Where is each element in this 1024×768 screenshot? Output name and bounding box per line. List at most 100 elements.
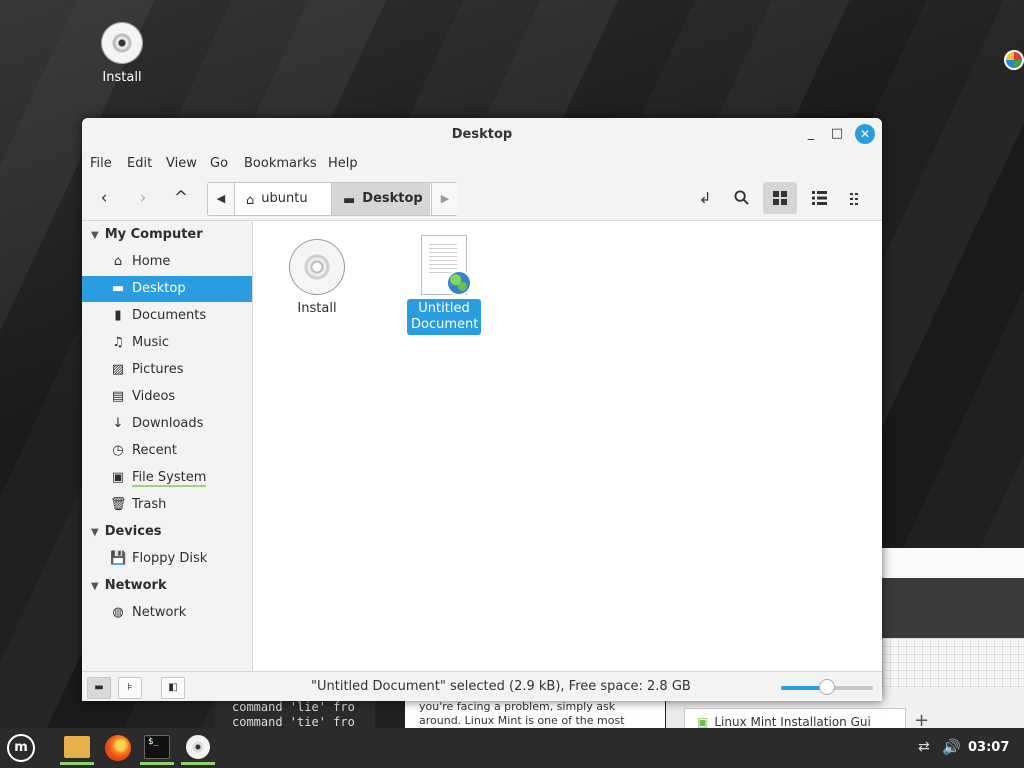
toggle-location-button[interactable]: ↲ [688, 182, 722, 214]
videos-icon: ▤ [111, 389, 125, 404]
background-terminal: command 'lie' fro command 'tie' fro [215, 700, 375, 730]
path-right-arrow-icon[interactable]: ▶ [431, 183, 458, 215]
sidebar-item-label: Pictures [132, 362, 184, 377]
background-browser-tab[interactable]: ▣ Linux Mint Installation Gui [684, 708, 906, 730]
hide-sidebar-button[interactable]: ◧ [161, 677, 185, 699]
menu-edit[interactable]: Edit [127, 156, 152, 171]
sidebar-item-label: Floppy Disk [132, 551, 208, 566]
network-disconnected-icon[interactable]: ⇄ [918, 739, 930, 755]
article-line: around. Linux Mint is one of the most [419, 714, 625, 727]
sidebar-item-downloads[interactable]: ↓ Downloads [82, 411, 252, 437]
search-icon [733, 190, 749, 205]
color-ball-icon[interactable] [1004, 50, 1024, 70]
file-view[interactable]: Install Untitled Document [253, 221, 882, 671]
menu-bar: File Edit View Go Bookmarks Help [82, 150, 882, 176]
folder-icon: ▬ [94, 682, 104, 693]
sidebar-item-label: Desktop [132, 281, 186, 296]
forward-button[interactable]: › [130, 186, 156, 210]
tree-icon: ⊧ [127, 682, 133, 693]
menu-help[interactable]: Help [328, 156, 358, 171]
sidebar-item-home[interactable]: ⌂ Home [82, 249, 252, 275]
background-article: you're facing a problem, simply ask arou… [405, 700, 665, 730]
taskbar-files-app[interactable] [60, 731, 94, 765]
menu-go[interactable]: Go [210, 156, 228, 171]
compact-view-button[interactable] [840, 182, 874, 214]
list-view-icon [811, 191, 827, 205]
sidebar-item-videos[interactable]: ▤ Videos [82, 384, 252, 410]
maximize-button[interactable]: □ [829, 126, 845, 142]
terminal-icon: $_ [144, 735, 170, 759]
location-icon: ↲ [698, 189, 712, 207]
breadcrumb-ubuntu[interactable]: ⌂ ubuntu [235, 183, 332, 215]
sidebar-item-label: Documents [132, 308, 207, 323]
firefox-icon [105, 735, 131, 761]
zoom-slider-handle[interactable] [819, 679, 835, 695]
up-button[interactable]: ^ [168, 186, 194, 210]
menu-bookmarks[interactable]: Bookmarks [244, 156, 317, 171]
sidebar-item-desktop[interactable]: ▬ Desktop [82, 276, 252, 302]
breadcrumb-label: ubuntu [261, 191, 308, 206]
title-bar[interactable]: Desktop _ □ ✕ [82, 118, 882, 150]
toolbar: ‹ › ^ ◀ ⌂ ubuntu ▬ Desktop ▶ ↲ [82, 176, 882, 221]
close-button[interactable]: ✕ [855, 124, 875, 144]
sidebar-item-label: Music [132, 335, 169, 350]
menu-view[interactable]: View [166, 156, 197, 171]
sidebar-header-devices[interactable]: ▼ Devices [82, 519, 252, 545]
sidebar-item-label: Videos [132, 389, 176, 404]
collapse-triangle-icon: ▼ [91, 581, 99, 592]
search-button[interactable] [724, 182, 758, 214]
desktop-icon: ▬ [111, 281, 125, 296]
folder-icon [64, 736, 90, 758]
sidebar-item-documents[interactable]: ▮ Documents [82, 303, 252, 329]
file-label-line: Document [411, 317, 479, 332]
sidebar-item-floppy-disk[interactable]: 💾 Floppy Disk [82, 546, 252, 572]
breadcrumb-label: Desktop [362, 191, 423, 206]
sidebar-header-network[interactable]: ▼ Network [82, 573, 252, 599]
file-label: Untitled Document [407, 299, 481, 335]
sidebar-item-trash[interactable]: 🗑 Trash [82, 492, 252, 518]
volume-icon[interactable]: 🔊 [942, 738, 961, 756]
file-item-untitled-document[interactable]: Untitled Document [407, 235, 481, 335]
show-places-button[interactable]: ▬ [87, 677, 111, 699]
path-left-arrow-icon[interactable]: ◀ [208, 183, 235, 215]
terminal-line: command 'lie' fro [232, 700, 355, 714]
clock[interactable]: 03:07 [968, 740, 1009, 755]
sidebar-toggle-icon: ◧ [168, 682, 178, 693]
sidebar-item-label: File System [132, 470, 207, 487]
disc-icon [289, 239, 345, 295]
sidebar-item-label: Recent [132, 443, 177, 458]
sidebar-header-my-computer[interactable]: ▼ My Computer [82, 222, 252, 248]
desktop-icon-install[interactable]: Install [96, 22, 148, 85]
download-icon: ↓ [112, 416, 124, 431]
sidebar-item-pictures[interactable]: ▨ Pictures [82, 357, 252, 383]
sidebar-item-file-system[interactable]: ▣ File System [82, 465, 252, 491]
trash-icon: 🗑 [110, 497, 127, 512]
taskbar-disc-app[interactable] [181, 731, 215, 765]
minimize-button[interactable]: _ [803, 126, 819, 142]
window-title: Desktop [451, 127, 513, 142]
sidebar-item-music[interactable]: ♫ Music [82, 330, 252, 356]
sidebar-item-network[interactable]: ◍ Network [82, 600, 252, 626]
mint-menu-icon[interactable]: m [7, 734, 35, 762]
sidebar-item-label: Downloads [132, 416, 204, 431]
zoom-slider[interactable] [781, 679, 873, 695]
background-browser-window [882, 548, 1024, 728]
desktop-icon: ▬ [343, 193, 356, 208]
home-icon: ⌂ [113, 254, 123, 269]
breadcrumb-desktop[interactable]: ▬ Desktop [332, 183, 430, 215]
browser-tab-title: Linux Mint Installation Gui [714, 715, 871, 729]
sidebar-item-recent[interactable]: ◷ Recent [82, 438, 252, 464]
disc-icon [101, 22, 143, 64]
taskbar-terminal-app[interactable]: $_ [140, 731, 174, 765]
back-button[interactable]: ‹ [91, 186, 117, 210]
pictures-icon: ▨ [111, 362, 125, 377]
menu-file[interactable]: File [90, 156, 112, 171]
home-icon: ⌂ [246, 193, 255, 208]
taskbar-firefox-app[interactable] [101, 731, 135, 765]
drive-icon: ▣ [111, 470, 125, 485]
icon-view-button[interactable] [763, 182, 797, 214]
floppy-icon: 💾 [110, 551, 127, 566]
file-item-install[interactable]: Install [287, 239, 347, 316]
list-view-button[interactable] [802, 182, 836, 214]
show-treeview-button[interactable]: ⊧ [118, 677, 142, 699]
